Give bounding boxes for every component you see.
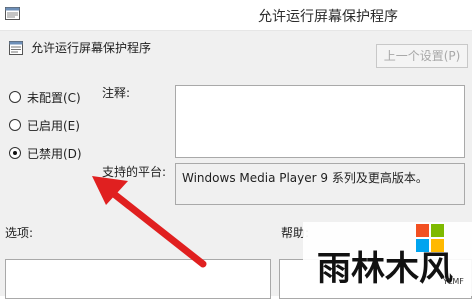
radio-label: 未配置(C) xyxy=(27,91,81,105)
watermark-logo: 雨林木风 YLMF xyxy=(303,222,472,296)
policy-heading: 允许运行屏幕保护程序 xyxy=(31,41,152,55)
comment-label: 注释: xyxy=(102,86,131,100)
window-app-icon xyxy=(5,7,20,20)
policy-icon xyxy=(9,41,23,55)
radio-circle[interactable] xyxy=(9,91,21,103)
comment-textarea[interactable] xyxy=(175,85,465,158)
watermark-brand-text: 雨林木风 xyxy=(317,249,453,289)
radio-circle-selected[interactable] xyxy=(9,147,21,159)
previous-setting-button[interactable]: 上一个设置(P) xyxy=(376,44,468,68)
title-bar: 允许运行屏幕保护程序 xyxy=(0,0,472,31)
supported-platform-label: 支持的平台: xyxy=(102,165,167,179)
options-label: 选项: xyxy=(5,226,34,240)
policy-editor-window: 允许运行屏幕保护程序 允许运行屏幕保护程序 上一个设置(P) 未配置(C) 已启… xyxy=(0,0,472,299)
radio-enabled[interactable]: 已启用(E) xyxy=(9,117,129,135)
supported-platform-field: Windows Media Player 9 系列及更高版本。 xyxy=(175,163,465,205)
options-pane[interactable] xyxy=(5,259,271,299)
window-title: 允许运行屏幕保护程序 xyxy=(258,9,398,25)
radio-selected-dot xyxy=(13,151,17,155)
radio-label: 已禁用(D) xyxy=(27,147,82,161)
radio-circle[interactable] xyxy=(9,119,21,131)
radio-disabled[interactable]: 已禁用(D) xyxy=(9,145,129,163)
watermark-sub-text: YLMF xyxy=(442,277,464,286)
radio-label: 已启用(E) xyxy=(27,119,80,133)
